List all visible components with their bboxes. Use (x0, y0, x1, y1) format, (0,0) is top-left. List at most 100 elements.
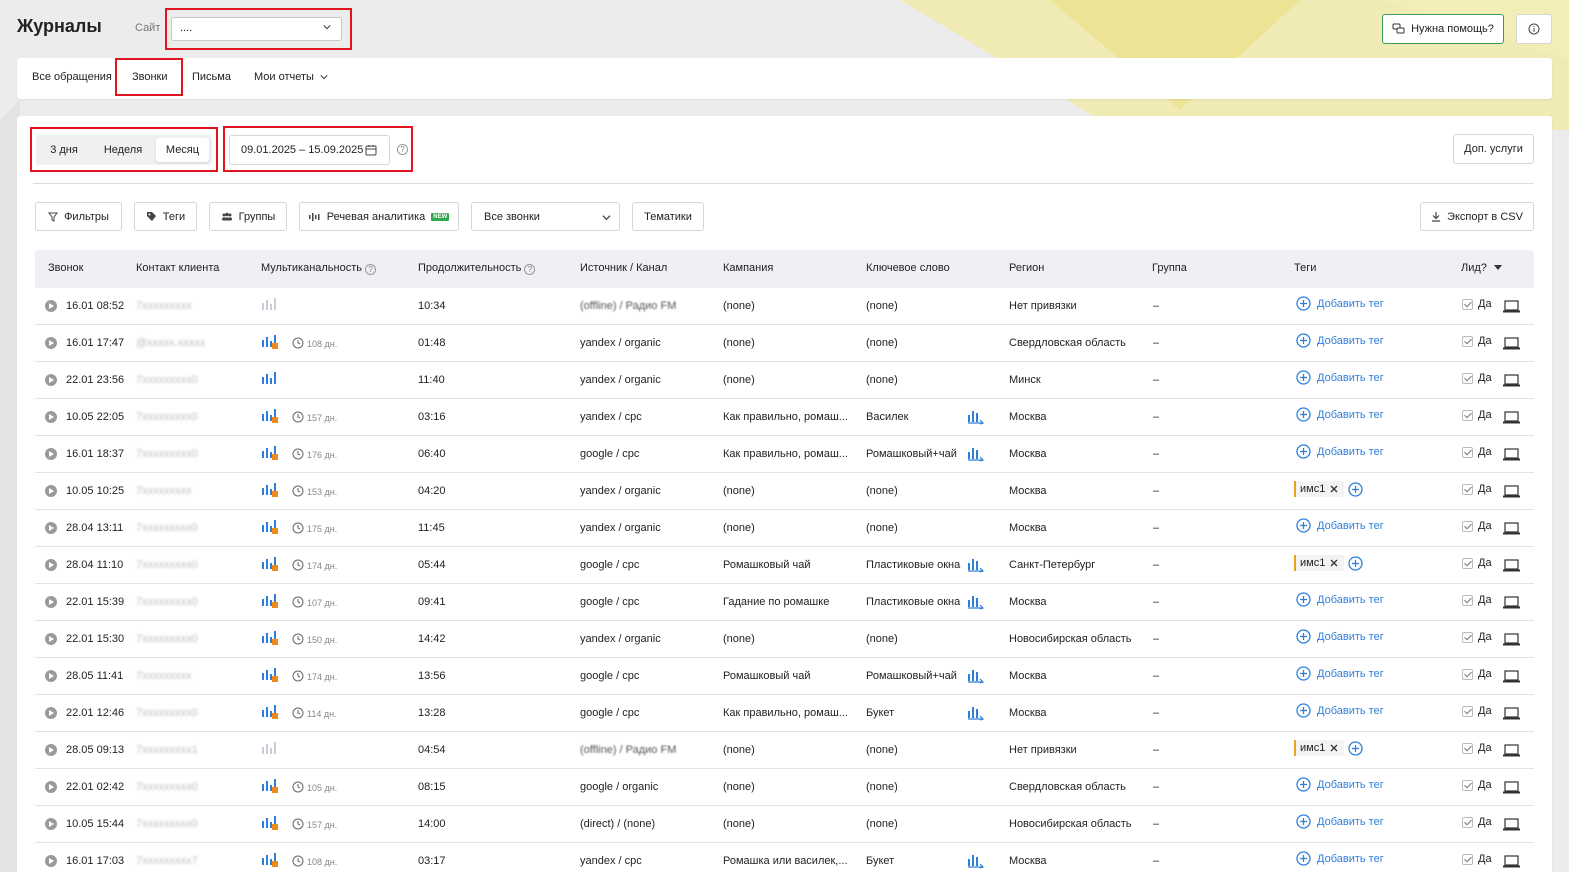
tab-my-reports[interactable]: Мои отчеты (254, 71, 328, 83)
client-contact[interactable]: @ххххх.ххххх (136, 337, 205, 349)
client-contact[interactable]: 7ххххххххх0 (136, 411, 198, 423)
add-tag-button[interactable]: Добавить тег (1296, 370, 1384, 385)
add-tag-button[interactable]: Добавить тег (1296, 814, 1384, 829)
lead-checkbox[interactable] (1462, 742, 1473, 754)
calls-filter-select[interactable]: Все звонки (471, 202, 620, 231)
play-icon[interactable] (45, 855, 57, 867)
lead-checkbox[interactable] (1462, 631, 1473, 643)
keyword-analytics-icon[interactable] (967, 705, 985, 721)
multichannel-icon[interactable] (261, 852, 281, 871)
monitor-icon[interactable] (1503, 559, 1520, 572)
add-tag-button[interactable]: Добавить тег (1296, 592, 1384, 607)
help-question-icon[interactable]: ? (397, 144, 408, 155)
add-circle-icon[interactable] (1348, 555, 1363, 571)
multichannel-icon[interactable] (261, 519, 281, 538)
monitor-icon[interactable] (1503, 596, 1520, 609)
col-source[interactable]: Источник / Канал (580, 262, 667, 274)
multichannel-icon[interactable] (261, 667, 281, 686)
info-button[interactable] (1516, 14, 1552, 44)
play-icon[interactable] (45, 744, 57, 756)
monitor-icon[interactable] (1503, 781, 1520, 794)
monitor-icon[interactable] (1503, 337, 1520, 350)
col-lead[interactable]: Лид? (1461, 262, 1502, 274)
multichannel-icon[interactable] (261, 334, 281, 353)
play-icon[interactable] (45, 633, 57, 645)
col-region[interactable]: Регион (1009, 262, 1044, 274)
lead-flag[interactable]: Да (1462, 557, 1492, 569)
play-icon[interactable] (45, 411, 57, 423)
table-row[interactable]: 16.01 18:37 7ххххххххх0 176 дн. 06:40 google… (35, 436, 1534, 473)
lead-checkbox[interactable] (1462, 668, 1473, 680)
lead-flag[interactable]: Да (1462, 705, 1492, 717)
play-icon[interactable] (45, 448, 57, 460)
lead-checkbox[interactable] (1462, 520, 1473, 532)
add-tag-button[interactable]: Добавить тег (1296, 518, 1384, 533)
table-row[interactable]: 22.01 15:30 7ххххххххх0 150 дн. 14:42 yandex… (35, 621, 1534, 658)
export-csv-button[interactable]: Экспорт в CSV (1420, 202, 1534, 231)
client-contact[interactable]: 7ххххххххх0 (136, 559, 198, 571)
lead-checkbox[interactable] (1462, 594, 1473, 606)
multichannel-icon[interactable] (261, 593, 281, 612)
table-row[interactable]: 28.04 11:10 7ххххххххх0 174 дн. 05:44 google… (35, 547, 1534, 584)
close-icon[interactable] (1330, 744, 1338, 752)
lead-flag[interactable]: Да (1462, 779, 1492, 791)
table-row[interactable]: 16.01 17:47 @ххххх.ххххх 108 дн. 01:48 yande… (35, 325, 1534, 362)
client-contact[interactable]: 7ххххххххх (136, 670, 192, 682)
keyword-analytics-icon[interactable] (967, 594, 985, 610)
lead-checkbox[interactable] (1462, 372, 1473, 384)
client-contact[interactable]: 7ххххххххх0 (136, 707, 198, 719)
keyword-analytics-icon[interactable] (967, 446, 985, 462)
play-icon[interactable] (45, 559, 57, 571)
table-row[interactable]: 16.01 08:52 7ххххххххх 10:34 (offline) / Ра… (35, 288, 1534, 325)
play-icon[interactable] (45, 522, 57, 534)
client-contact[interactable]: 7ххххххххх0 (136, 448, 198, 460)
keyword-analytics-icon[interactable] (967, 668, 985, 684)
lead-checkbox[interactable] (1462, 853, 1473, 865)
extra-services-button[interactable]: Доп. услуги (1453, 134, 1534, 164)
col-duration[interactable]: Продолжительность ? (418, 262, 536, 275)
help-question-icon[interactable]: ? (365, 264, 377, 275)
play-icon[interactable] (45, 707, 57, 719)
site-select[interactable]: .... (171, 17, 342, 41)
multichannel-icon[interactable] (261, 371, 281, 390)
lead-flag[interactable]: Да (1462, 483, 1492, 495)
lead-flag[interactable]: Да (1462, 298, 1492, 310)
col-contact[interactable]: Контакт клиента (136, 262, 219, 274)
table-row[interactable]: 28.04 13:11 7ххххххххх0 175 дн. 11:45 yandex… (35, 510, 1534, 547)
help-question-icon[interactable]: ? (524, 264, 536, 275)
table-row[interactable]: 22.01 23:56 7ххххххххх0 11:40 yandex / orga… (35, 362, 1534, 399)
col-campaign[interactable]: Кампания (723, 262, 773, 274)
lead-flag[interactable]: Да (1462, 372, 1492, 384)
lead-checkbox[interactable] (1462, 409, 1473, 421)
table-row[interactable]: 10.05 22:05 7ххххххххх0 157 дн. 03:16 yandex… (35, 399, 1534, 436)
multichannel-icon[interactable] (261, 556, 281, 575)
lead-flag[interactable]: Да (1462, 409, 1492, 421)
monitor-icon[interactable] (1503, 411, 1520, 424)
add-circle-icon[interactable] (1348, 740, 1363, 756)
help-button[interactable]: Нужна помощь? (1382, 14, 1504, 44)
table-row[interactable]: 10.05 15:44 7ххххххххх0 157 дн. 14:00 (direc… (35, 806, 1534, 843)
client-contact[interactable]: 7ххххххххх0 (136, 781, 198, 793)
add-tag-button[interactable]: Добавить тег (1296, 407, 1384, 422)
lead-checkbox[interactable] (1462, 816, 1473, 828)
keyword-analytics-icon[interactable] (967, 853, 985, 869)
multichannel-icon[interactable] (261, 778, 281, 797)
monitor-icon[interactable] (1503, 818, 1520, 831)
lead-flag[interactable]: Да (1462, 668, 1492, 680)
groups-button[interactable]: Группы (209, 202, 287, 231)
col-call[interactable]: Звонок (48, 262, 84, 274)
date-range-picker[interactable]: 09.01.2025 – 15.09.2025 (229, 135, 390, 165)
tag[interactable]: имс1 (1294, 481, 1345, 497)
monitor-icon[interactable] (1503, 374, 1520, 387)
play-icon[interactable] (45, 337, 57, 349)
multichannel-icon[interactable] (261, 630, 281, 649)
lead-checkbox[interactable] (1462, 557, 1473, 569)
table-row[interactable]: 16.01 17:03 7ххххххххх7 108 дн. 03:17 yandex… (35, 843, 1534, 872)
tab-calls[interactable]: Звонки (132, 71, 168, 83)
tag[interactable]: имс1 (1294, 740, 1345, 756)
monitor-icon[interactable] (1503, 522, 1520, 535)
table-row[interactable]: 10.05 10:25 7ххххххххх 153 дн. 04:20 yandex … (35, 473, 1534, 510)
keyword-analytics-icon[interactable] (967, 409, 985, 425)
lead-checkbox[interactable] (1462, 335, 1473, 347)
table-row[interactable]: 22.01 15:39 7ххххххххх0 107 дн. 09:41 google… (35, 584, 1534, 621)
